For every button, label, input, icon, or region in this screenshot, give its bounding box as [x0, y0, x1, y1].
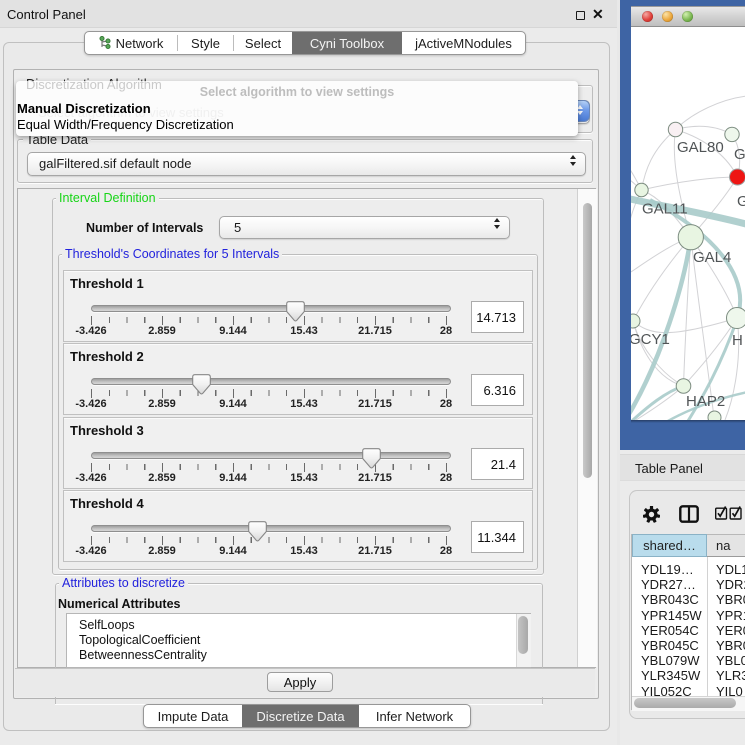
svg-text:HAP2: HAP2	[686, 393, 725, 410]
svg-text:GCY1: GCY1	[631, 331, 670, 348]
svg-text:G: G	[737, 193, 745, 210]
svg-text:GAL11: GAL11	[642, 201, 688, 218]
svg-text:GA: GA	[734, 146, 745, 163]
svg-text:GAL4: GAL4	[693, 249, 731, 266]
svg-text:GAL80: GAL80	[677, 139, 724, 156]
svg-text:H: H	[732, 332, 743, 349]
